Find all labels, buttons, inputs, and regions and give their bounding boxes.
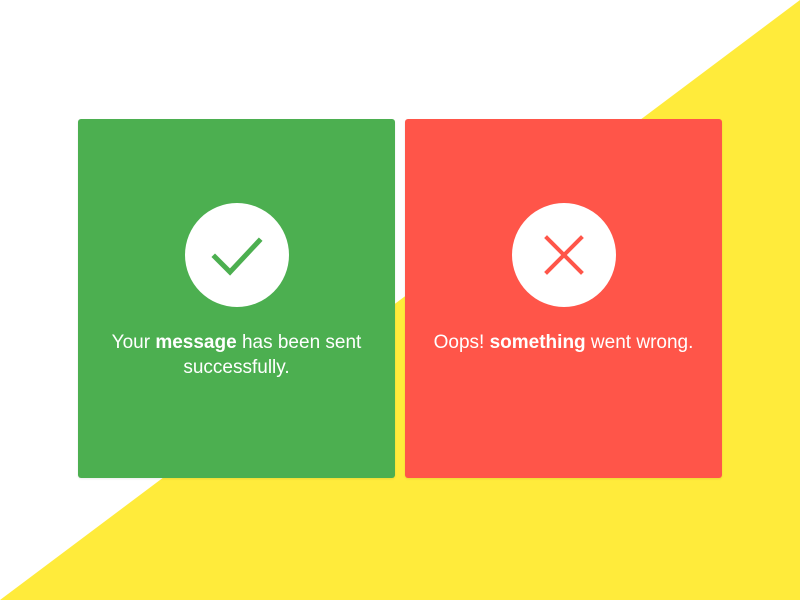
success-message: Your message has been sent successfully.: [98, 330, 375, 380]
success-text-bold: message: [155, 332, 237, 353]
close-icon: [543, 235, 584, 275]
success-icon-circle: [184, 203, 289, 307]
page-background: Your message has been sent successfully.…: [0, 0, 800, 600]
error-message: Oops! something went wrong.: [425, 330, 702, 355]
error-text-after: went wrong.: [585, 332, 694, 353]
success-card: Your message has been sent successfully.: [78, 119, 395, 478]
error-text-bold: something: [489, 332, 586, 353]
error-icon-circle: [511, 203, 616, 307]
error-text-before: Oops!: [433, 332, 490, 353]
checkmark-icon: [210, 237, 263, 276]
success-text-before: Your: [111, 332, 156, 353]
error-card: Oops! something went wrong.: [405, 119, 722, 478]
